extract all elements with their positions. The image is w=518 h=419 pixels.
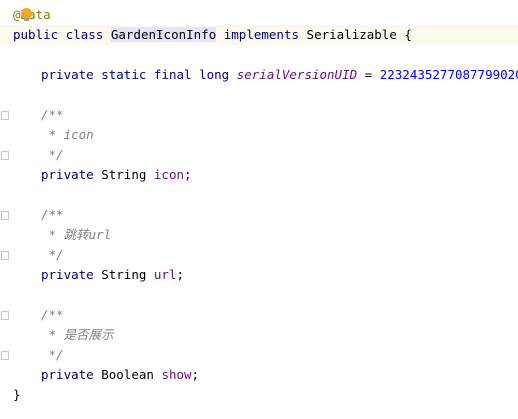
comment-close: */ <box>41 347 64 362</box>
field-name[interactable]: show <box>161 367 191 382</box>
field-type[interactable]: Boolean <box>101 367 154 382</box>
code-line-field-show[interactable]: private Boolean show; <box>0 365 518 385</box>
lightbulb-icon[interactable] <box>21 8 32 21</box>
code-line-comment-open[interactable]: /** <box>0 105 518 125</box>
keyword-long: long <box>199 67 230 82</box>
comment-close: */ <box>41 247 64 262</box>
serial-value: 2232435277087799020L <box>379 67 518 82</box>
code-line-comment-text[interactable]: * 是否展示 <box>0 325 518 345</box>
code-line-comment-open[interactable]: /** <box>0 205 518 225</box>
keyword-private: private <box>41 67 94 82</box>
code-line-comment-close[interactable]: */ <box>0 245 518 265</box>
open-brace: { <box>404 27 412 42</box>
comment-open: /** <box>41 107 64 122</box>
code-line-field-url[interactable]: private String url; <box>0 265 518 285</box>
class-name[interactable]: GardenIconInfo <box>110 27 217 42</box>
code-line-field-icon[interactable]: private String icon; <box>0 165 518 185</box>
comment-open: /** <box>41 207 64 222</box>
code-editor[interactable]: @Data public class GardenIconInfo implem… <box>0 0 518 419</box>
code-line-close-brace[interactable]: } <box>0 385 518 405</box>
equals-sign: = <box>357 67 380 82</box>
interface-name[interactable]: Serializable <box>307 27 397 42</box>
comment-text: * 是否展示 <box>41 327 114 342</box>
comment-open: /** <box>41 307 64 322</box>
keyword-private: private <box>41 367 94 382</box>
comment-text: * 跳转url <box>41 227 112 242</box>
comment-text: * icon <box>41 127 94 142</box>
field-name[interactable]: url <box>154 267 177 282</box>
field-type[interactable]: String <box>101 267 146 282</box>
keyword-class: class <box>65 27 104 42</box>
semicolon: ; <box>191 367 200 382</box>
code-line-comment-text[interactable]: * 跳转url <box>0 225 518 245</box>
code-line-annotation[interactable]: @Data <box>0 5 518 25</box>
code-line-comment-close[interactable]: */ <box>0 345 518 365</box>
serial-field-name[interactable]: serialVersionUID <box>237 67 357 82</box>
code-line-comment-close[interactable]: */ <box>0 145 518 165</box>
code-line-serial-version[interactable]: private static final long serialVersionU… <box>0 65 518 85</box>
field-type[interactable]: String <box>101 167 146 182</box>
keyword-public: public <box>13 27 59 42</box>
close-brace: } <box>13 387 21 402</box>
comment-close: */ <box>41 147 64 162</box>
semicolon: ; <box>184 167 192 182</box>
code-line-class-declaration[interactable]: public class GardenIconInfo implements S… <box>0 25 518 45</box>
keyword-implements: implements <box>223 27 300 42</box>
code-line-comment-open[interactable]: /** <box>0 305 518 325</box>
code-line-comment-text[interactable]: * icon <box>0 125 518 145</box>
keyword-private: private <box>41 267 94 282</box>
field-name[interactable]: icon <box>154 167 184 182</box>
semicolon: ; <box>176 267 185 282</box>
keyword-final: final <box>153 67 192 82</box>
keyword-private: private <box>41 167 94 182</box>
keyword-static: static <box>101 67 147 82</box>
